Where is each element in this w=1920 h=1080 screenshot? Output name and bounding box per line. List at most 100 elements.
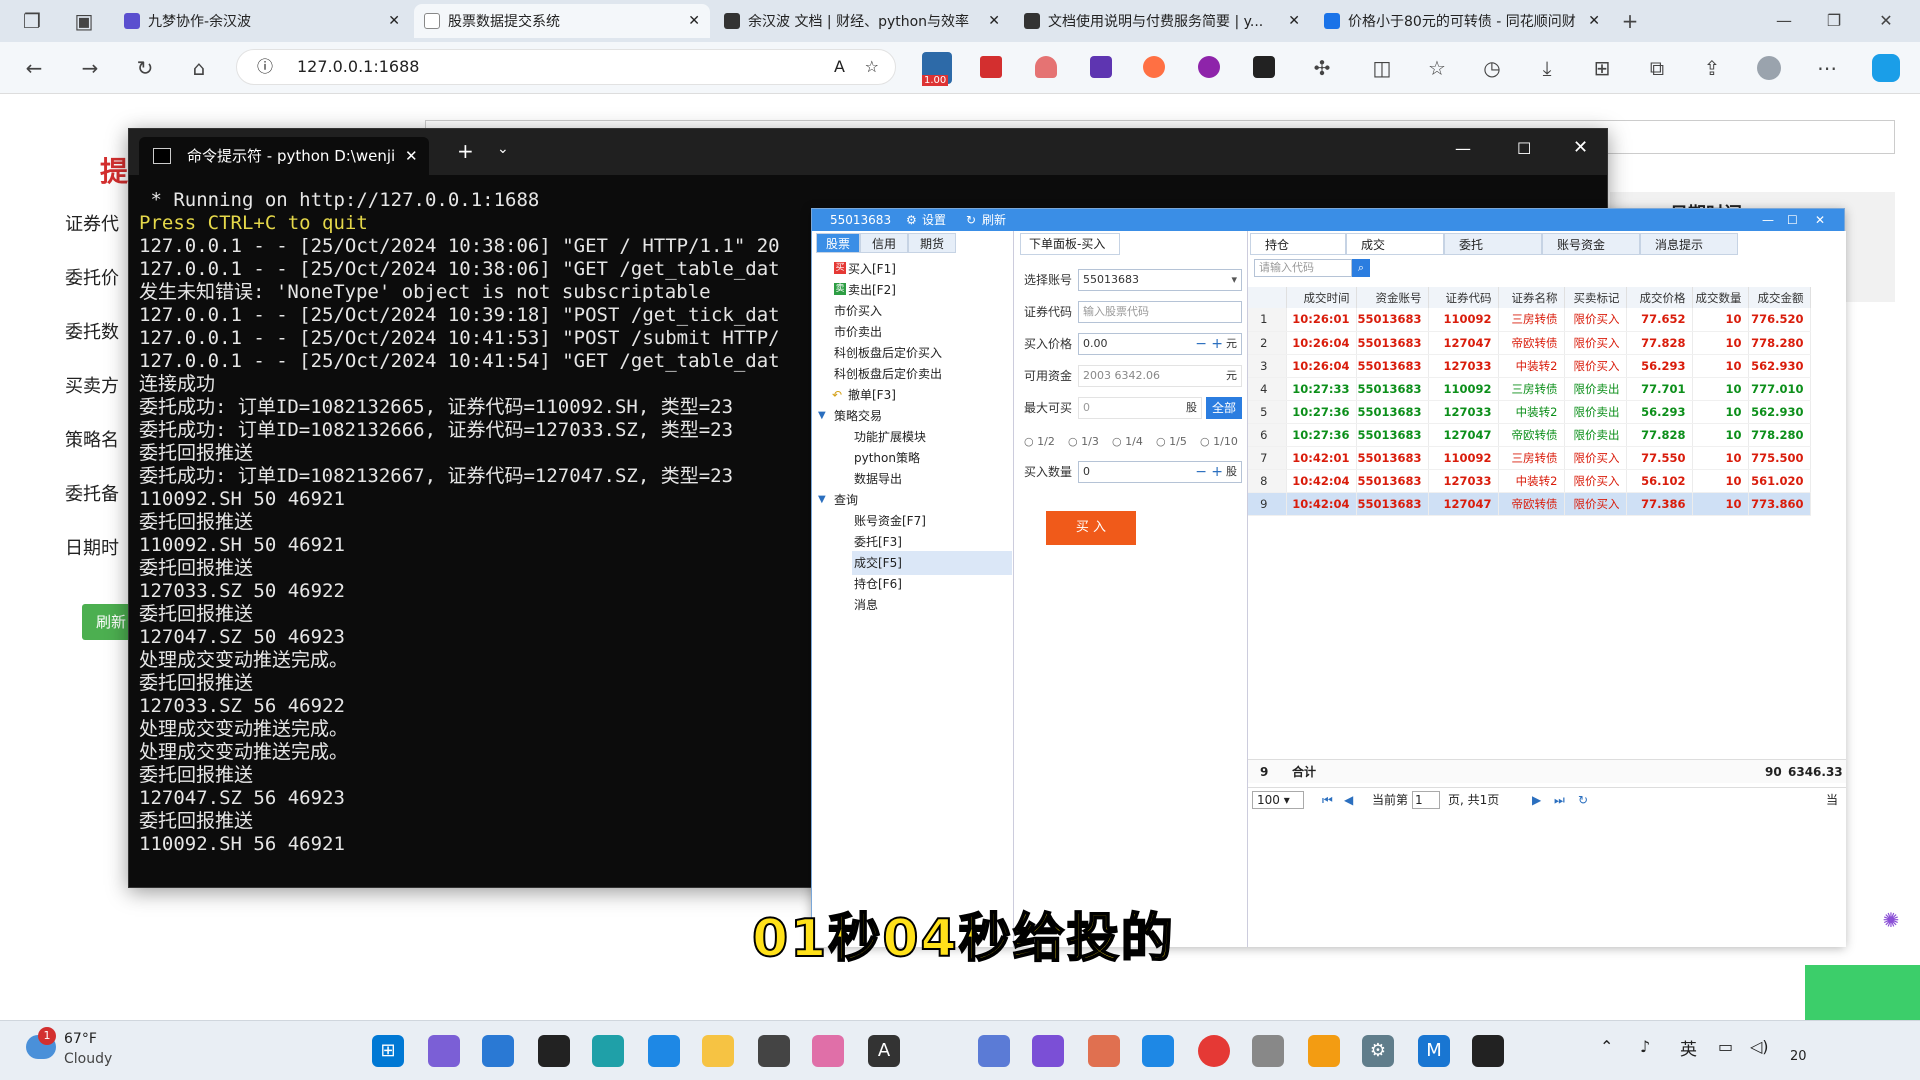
read-aloud-icon[interactable]: A	[834, 50, 845, 84]
tab-futures[interactable]: 期货	[908, 233, 956, 253]
close-window-icon[interactable]: ✕	[1573, 137, 1588, 158]
tab-orders[interactable]: 委托	[1444, 233, 1542, 255]
minimize-icon[interactable]: —	[1762, 209, 1774, 231]
chevron-up-icon[interactable]: ⌃	[1600, 1037, 1613, 1056]
extension-icon[interactable]: 1.00	[922, 52, 952, 86]
tab-stock[interactable]: 股票	[816, 233, 860, 253]
start-icon[interactable]: ⊞	[372, 1035, 404, 1067]
edge-icon[interactable]	[1142, 1035, 1174, 1067]
price-stepper[interactable]: 0.00 元 − +	[1078, 333, 1242, 355]
extension-icon[interactable]	[1090, 56, 1112, 78]
minus-icon[interactable]: −	[1195, 334, 1207, 354]
expand-icon[interactable]: ▼	[818, 488, 826, 512]
plus-icon[interactable]: +	[1211, 462, 1223, 482]
quantity-stepper[interactable]: 0 股 − +	[1078, 461, 1242, 483]
minus-icon[interactable]: −	[1195, 462, 1207, 482]
page-size-select[interactable]: 100 ▾	[1252, 791, 1304, 809]
profile-avatar[interactable]	[1757, 56, 1781, 80]
search-input[interactable]: 请输入代码	[1254, 259, 1352, 277]
reload-icon[interactable]: ↻	[1578, 788, 1588, 812]
ratio-radio[interactable]: ○ 1/3	[1068, 435, 1099, 448]
workspaces-icon[interactable]: ❐	[20, 9, 44, 33]
nav-item[interactable]: 数据导出	[854, 467, 902, 491]
share-icon[interactable]: ⇪	[1700, 56, 1724, 80]
volume-icon[interactable]: ◁)	[1750, 1037, 1769, 1056]
reload-icon[interactable]: ↻	[133, 56, 157, 80]
tab-positions[interactable]: 持仓	[1250, 233, 1346, 255]
history-icon[interactable]: ◷	[1480, 56, 1504, 80]
restore-icon[interactable]: ❐	[1822, 9, 1846, 33]
column-header[interactable]: 证券名称	[1498, 287, 1565, 308]
nav-item[interactable]: 消息	[854, 593, 878, 617]
back-icon[interactable]: ←	[22, 56, 46, 80]
column-header[interactable]: 成交时间	[1286, 287, 1357, 308]
first-page-icon[interactable]: ⏮	[1322, 788, 1333, 812]
vscode-icon[interactable]	[482, 1035, 514, 1067]
column-header[interactable]: 成交金额	[1748, 287, 1811, 308]
copilot-icon[interactable]	[1872, 54, 1900, 82]
table-row[interactable]: 6 10:27:36 55013683 127047 帝欧转债 限价卖出 77.828 10 7…	[1248, 423, 1811, 447]
tab-order-panel[interactable]: 下单面板-买入	[1020, 233, 1120, 255]
tab-credit[interactable]: 信用	[860, 233, 908, 253]
app-icon[interactable]: A	[868, 1035, 900, 1067]
info-icon[interactable]: ⓘ	[257, 50, 273, 84]
new-tab-icon[interactable]: +	[457, 139, 474, 163]
minimize-icon[interactable]: —	[1455, 139, 1471, 158]
all-button[interactable]: 全部	[1206, 397, 1242, 419]
gear-icon[interactable]: ⚙	[906, 209, 917, 231]
column-header[interactable]: 买卖标记	[1564, 287, 1627, 308]
browser-tab[interactable]: 价格小于80元的可转债 - 同花顺问财 ✕	[1314, 4, 1610, 38]
prev-page-icon[interactable]: ◀	[1344, 788, 1353, 812]
maximize-icon[interactable]: ☐	[1787, 209, 1798, 231]
dropdown-icon[interactable]: ⌄	[497, 141, 509, 157]
search-icon[interactable]: ⌕	[1352, 259, 1370, 277]
last-page-icon[interactable]: ⏭	[1554, 788, 1565, 812]
plus-icon[interactable]: +	[1211, 334, 1223, 354]
search-tool-icon[interactable]	[1308, 1035, 1340, 1067]
settings-button[interactable]: 设置	[922, 209, 946, 231]
edge-icon[interactable]	[648, 1035, 680, 1067]
table-row[interactable]: 3 10:26:04 55013683 127033 中装转2 限价买入 56.293 10 5…	[1248, 354, 1811, 378]
extension-icon[interactable]	[980, 56, 1002, 78]
close-tab-icon[interactable]: ✕	[1288, 13, 1300, 29]
app-icon[interactable]	[1032, 1035, 1064, 1067]
refresh-button[interactable]: 刷新	[982, 209, 1006, 231]
column-header[interactable]: 成交价格	[1626, 287, 1693, 308]
table-row[interactable]: 4 10:27:33 55013683 110092 三房转债 限价卖出 77.701 10 7…	[1248, 377, 1811, 401]
network-icon[interactable]: ▭	[1718, 1037, 1733, 1056]
browser-tab-active[interactable]: 股票数据提交系统 ✕	[414, 4, 710, 38]
favorite-star-icon[interactable]: ☆	[865, 50, 879, 84]
page-input[interactable]: 1	[1412, 791, 1440, 809]
account-select[interactable]: 55013683 ▾	[1078, 269, 1242, 291]
code-input[interactable]: 输入股票代码	[1078, 301, 1242, 323]
table-row[interactable]: 1 10:26:01 55013683 110092 三房转债 限价买入 77.652 10 7…	[1248, 308, 1811, 332]
address-bar[interactable]: ⓘ 127.0.0.1:1688 A ☆	[236, 49, 896, 85]
screenshot-icon[interactable]: ⧉	[1645, 56, 1669, 80]
download-icon[interactable]: ⤓	[1535, 56, 1559, 80]
browser-tab[interactable]: 九梦协作-余汉波 ✕	[114, 4, 410, 38]
close-tab-icon[interactable]: ✕	[988, 13, 1000, 29]
trading-window[interactable]: 55013683 ⚙ 设置 ↻ 刷新 — ☐ ✕ 股票 信用 期货 买买入[F1…	[811, 208, 1846, 947]
table-row[interactable]: 2 10:26:04 55013683 127047 帝欧转债 限价买入 77.828 10 7…	[1248, 331, 1811, 355]
tab-actions-icon[interactable]: ▣	[72, 9, 96, 33]
tab-messages[interactable]: 消息提示	[1640, 233, 1738, 255]
new-tab-icon[interactable]: +	[1618, 9, 1642, 33]
forward-icon[interactable]: →	[78, 56, 102, 80]
ime-indicator[interactable]: 英	[1680, 1035, 1697, 1060]
next-page-icon[interactable]: ▶	[1532, 788, 1541, 812]
more-menu-icon[interactable]: ⋯	[1815, 56, 1839, 80]
app-icon[interactable]	[538, 1035, 570, 1067]
tab-funds[interactable]: 账号资金	[1542, 233, 1640, 255]
table-row[interactable]: 5 10:27:36 55013683 127033 中装转2 限价卖出 56.293 10 5…	[1248, 400, 1811, 424]
close-tab-icon[interactable]: ✕	[1588, 13, 1600, 29]
browser-tab[interactable]: 余汉波 文档 | 财经、python与效率 ✕	[714, 4, 1010, 38]
terminal-icon[interactable]	[1472, 1035, 1504, 1067]
column-header[interactable]: 成交数量	[1692, 287, 1749, 308]
extensions-icon[interactable]: ✣	[1310, 56, 1334, 80]
tab-trades[interactable]: 成交	[1346, 233, 1444, 255]
folder-icon[interactable]	[702, 1035, 734, 1067]
terminal-tab[interactable]: 命令提示符 - python D:\wenji ✕	[139, 137, 429, 175]
app-icon[interactable]	[812, 1035, 844, 1067]
database-icon[interactable]	[1252, 1035, 1284, 1067]
ratio-radio[interactable]: ○ 1/4	[1112, 435, 1143, 448]
